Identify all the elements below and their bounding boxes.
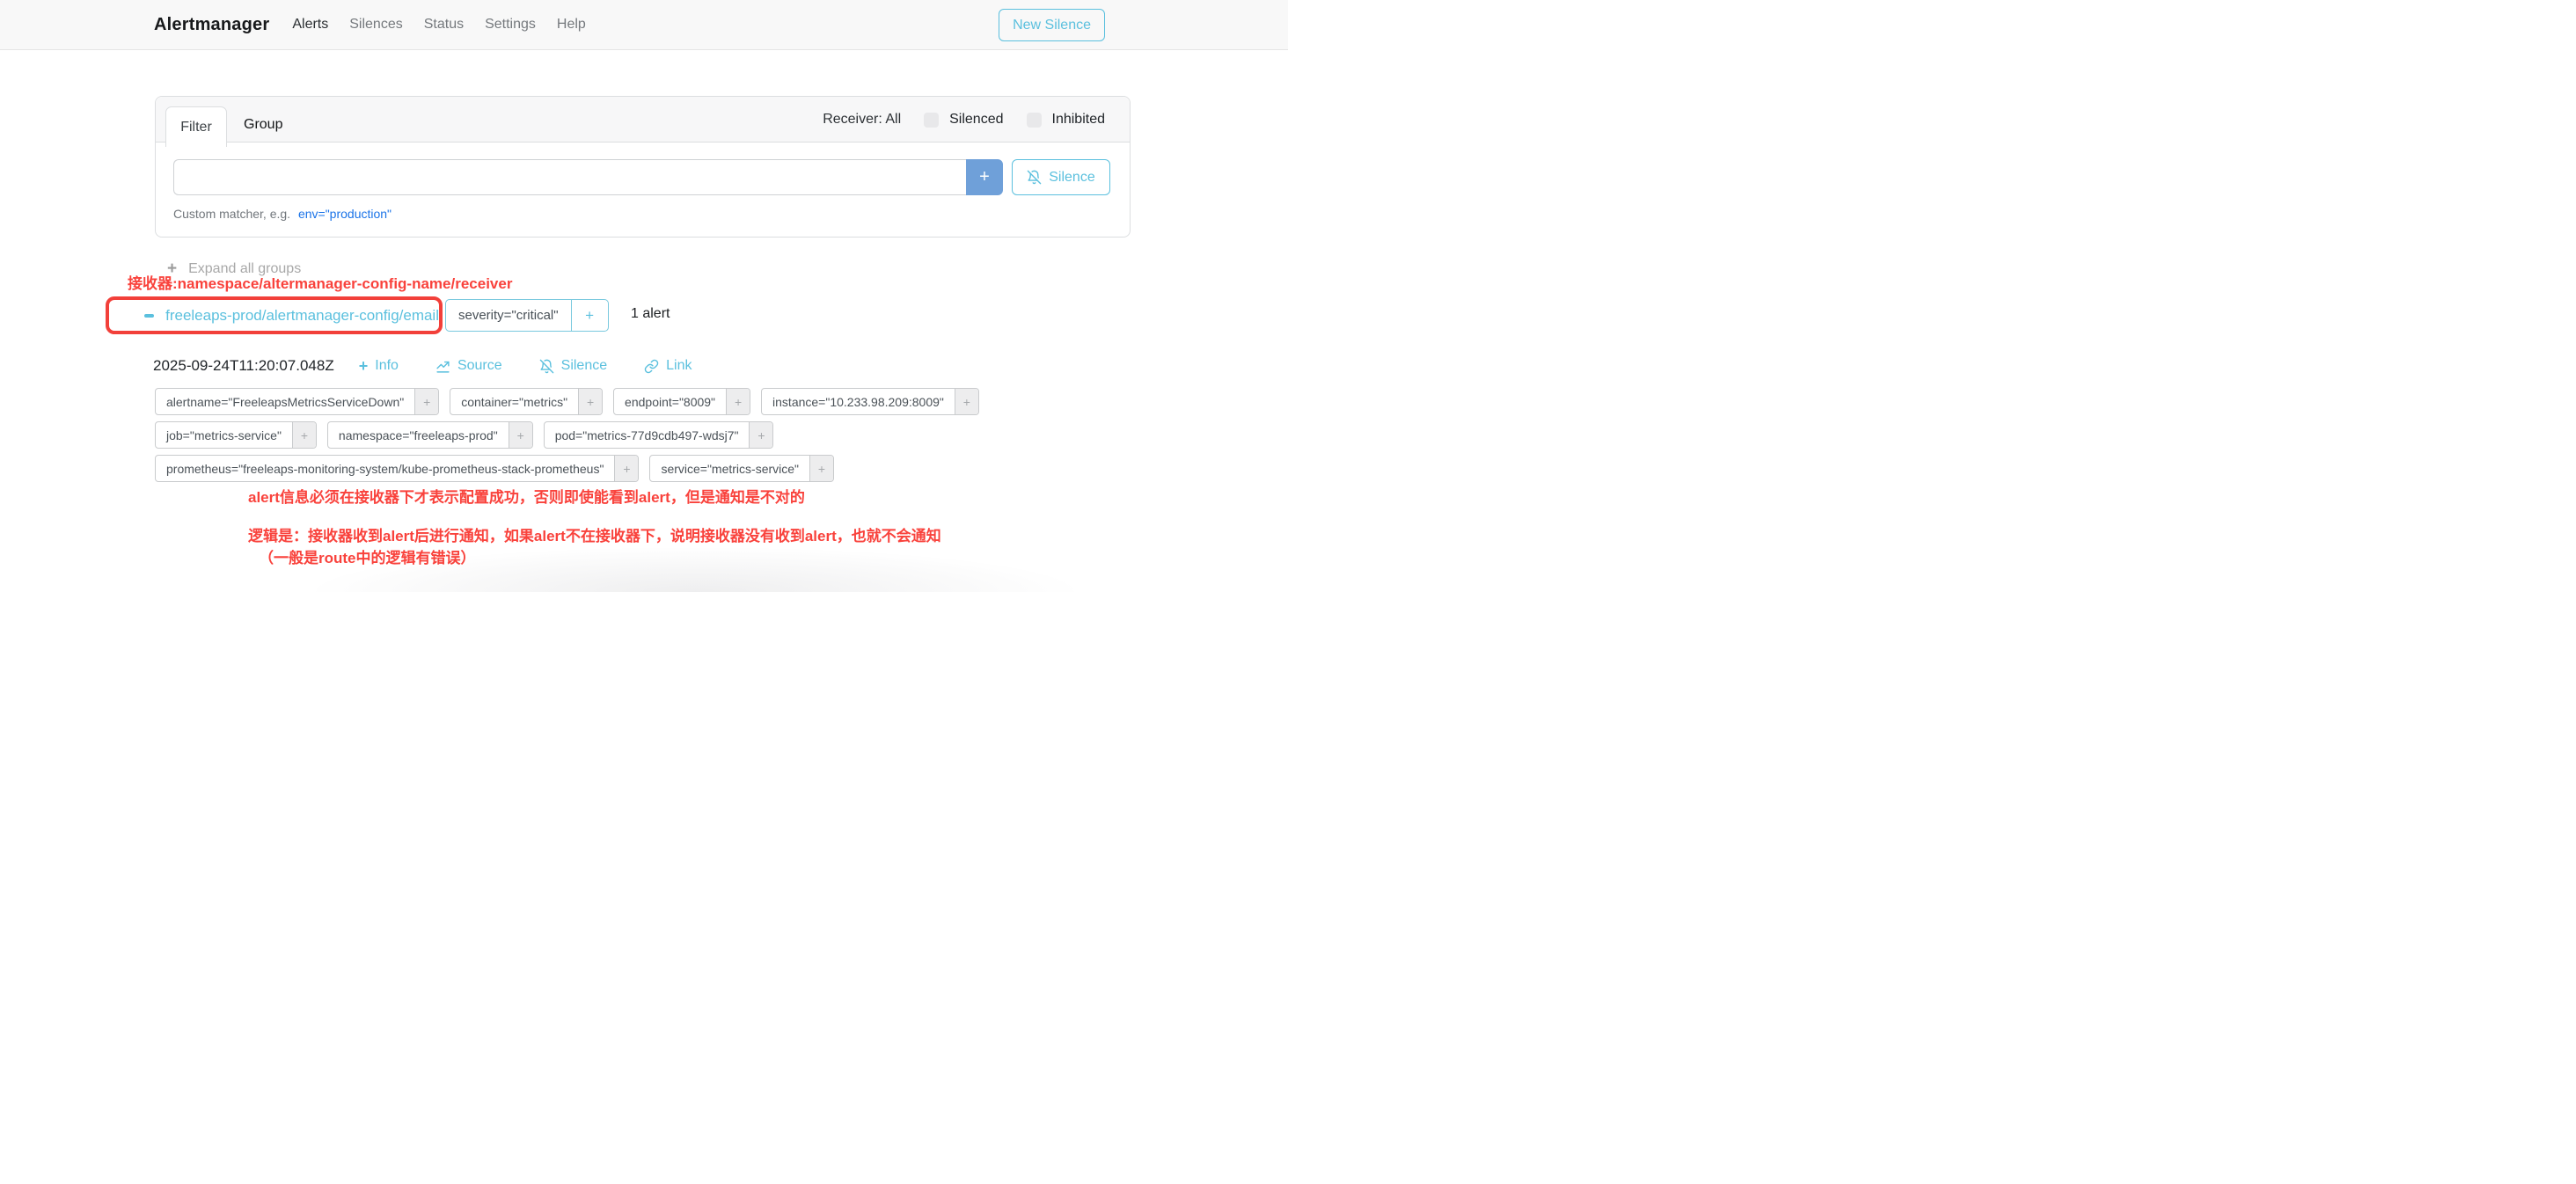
label-pill: service="metrics-service"+ [649, 455, 834, 482]
add-matcher-button[interactable]: + [966, 159, 1003, 195]
annotation-logic-note-2: （一般是route中的逻辑有错误） [259, 545, 476, 567]
add-filter-button[interactable]: + [809, 456, 833, 481]
label-text: service="metrics-service" [650, 456, 809, 481]
silence-alert-label: Silence [561, 358, 607, 374]
app-brand[interactable]: Alertmanager [154, 15, 269, 35]
link-label: Link [666, 358, 692, 374]
inhibited-label: Inhibited [1052, 112, 1106, 128]
label-row: job="metrics-service"+ namespace="freele… [155, 421, 979, 449]
add-filter-button[interactable]: + [955, 389, 978, 414]
annotation-receiver-note: 接收器:namespace/altermanager-config-name/r… [128, 271, 512, 293]
add-filter-button[interactable]: + [509, 422, 532, 448]
info-button[interactable]: + Info [359, 358, 399, 374]
new-silence-button[interactable]: New Silence [999, 9, 1105, 41]
annotation-highlight-box: freeleaps-prod/alertmanager-config/email [106, 296, 443, 334]
add-filter-button[interactable]: + [414, 389, 438, 414]
alert-count: 1 alert [631, 306, 670, 322]
alert-labels: alertname="FreeleapsMetricsServiceDown"+… [155, 388, 979, 482]
label-pill: prometheus="freeleaps-monitoring-system/… [155, 455, 639, 482]
collapse-minus-icon [144, 314, 154, 318]
label-text: namespace="freeleaps-prod" [328, 422, 509, 448]
label-row: prometheus="freeleaps-monitoring-system/… [155, 455, 979, 482]
alert-actions: + Info Source Silence Link [359, 358, 692, 374]
permalink-button[interactable]: Link [644, 358, 692, 374]
group-matcher-label: severity="critical" [446, 300, 571, 331]
label-text: alertname="FreeleapsMetricsServiceDown" [156, 389, 414, 414]
label-pill: namespace="freeleaps-prod"+ [327, 421, 533, 449]
label-text: instance="10.233.98.209:8009" [762, 389, 955, 414]
add-filter-button[interactable]: + [614, 456, 638, 481]
silenced-checkbox[interactable] [924, 113, 939, 128]
label-pill: instance="10.233.98.209:8009"+ [761, 388, 979, 415]
inhibited-filter: Inhibited [1027, 112, 1106, 128]
matcher-input[interactable] [173, 159, 966, 195]
label-pill: job="metrics-service"+ [155, 421, 317, 449]
nav-item-help[interactable]: Help [557, 17, 586, 33]
info-label: Info [375, 358, 399, 374]
label-pill: pod="metrics-77d9cdb497-wdsj7"+ [544, 421, 774, 449]
inhibited-checkbox[interactable] [1027, 113, 1042, 128]
label-row: alertname="FreeleapsMetricsServiceDown"+… [155, 388, 979, 415]
label-text: endpoint="8009" [614, 389, 726, 414]
receiver-filter-dropdown[interactable]: Receiver: All [823, 112, 901, 128]
filter-card: Filter Group Receiver: All Silenced Inhi… [155, 96, 1131, 238]
label-pill: endpoint="8009"+ [613, 388, 750, 415]
add-filter-button[interactable]: + [578, 389, 602, 414]
silenced-label: Silenced [949, 112, 1003, 128]
chart-icon [435, 359, 450, 374]
add-filter-button[interactable]: + [292, 422, 316, 448]
group-matcher-add-button[interactable]: + [571, 300, 608, 331]
navbar: Alertmanager Alerts Silences Status Sett… [0, 0, 1288, 50]
matcher-hint: Custom matcher, e.g. env="production" [173, 207, 1110, 221]
silence-filter-button[interactable]: Silence [1012, 159, 1110, 195]
nav-item-silences[interactable]: Silences [349, 17, 402, 33]
filter-card-header: Filter Group Receiver: All Silenced Inhi… [156, 97, 1130, 143]
label-pill: alertname="FreeleapsMetricsServiceDown"+ [155, 388, 439, 415]
silenced-filter: Silenced [924, 112, 1003, 128]
label-text: container="metrics" [450, 389, 578, 414]
silence-filter-label: Silence [1049, 170, 1094, 186]
label-text: job="metrics-service" [156, 422, 292, 448]
label-text: prometheus="freeleaps-monitoring-system/… [156, 456, 614, 481]
matcher-example-link[interactable]: env="production" [298, 207, 392, 221]
nav-item-alerts[interactable]: Alerts [292, 17, 328, 33]
tab-group[interactable]: Group [244, 106, 282, 143]
bell-slash-icon [539, 359, 554, 374]
annotation-alert-note: alert信息必须在接收器下才表示配置成功，否则即使能看到alert，但是通知是… [248, 485, 805, 507]
bell-slash-icon [1027, 170, 1042, 185]
matcher-input-group: + [173, 159, 1003, 195]
label-pill: container="metrics"+ [450, 388, 603, 415]
link-icon [644, 359, 659, 374]
nav-item-settings[interactable]: Settings [485, 17, 536, 33]
source-label: Source [457, 358, 502, 374]
plus-icon: + [359, 358, 369, 374]
tab-filter[interactable]: Filter [165, 106, 227, 147]
nav-links: Alerts Silences Status Settings Help [292, 17, 585, 33]
source-link[interactable]: Source [435, 358, 502, 374]
nav-item-status[interactable]: Status [424, 17, 464, 33]
alert-timestamp: 2025-09-24T11:20:07.048Z [153, 357, 334, 375]
matcher-hint-text: Custom matcher, e.g. [173, 207, 290, 221]
add-filter-button[interactable]: + [749, 422, 772, 448]
add-filter-button[interactable]: + [726, 389, 750, 414]
filter-card-body: + Silence Custom matcher, e.g. env="prod… [156, 143, 1130, 221]
group-matcher-pill: severity="critical" + [445, 299, 609, 332]
receiver-group-toggle[interactable]: freeleaps-prod/alertmanager-config/email [165, 307, 439, 325]
label-text: pod="metrics-77d9cdb497-wdsj7" [545, 422, 750, 448]
annotation-logic-note-1: 逻辑是：接收器收到alert后进行通知，如果alert不在接收器下，说明接收器没… [248, 523, 941, 545]
silence-alert-button[interactable]: Silence [539, 358, 607, 374]
alert-header-row: 2025-09-24T11:20:07.048Z + Info Source S… [153, 357, 692, 375]
alertmanager-page: Alertmanager Alerts Silences Status Sett… [0, 0, 1288, 592]
filter-options: Receiver: All Silenced Inhibited [823, 97, 1105, 143]
